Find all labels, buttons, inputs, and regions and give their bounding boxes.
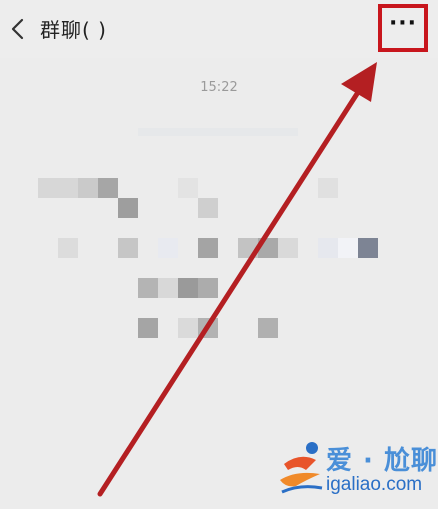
annotation-arrow bbox=[97, 62, 377, 497]
watermark-brand: 爱 · 尬聊 bbox=[326, 446, 438, 476]
watermark-url: igaliao.com bbox=[326, 474, 423, 495]
watermark-logo bbox=[280, 442, 323, 494]
